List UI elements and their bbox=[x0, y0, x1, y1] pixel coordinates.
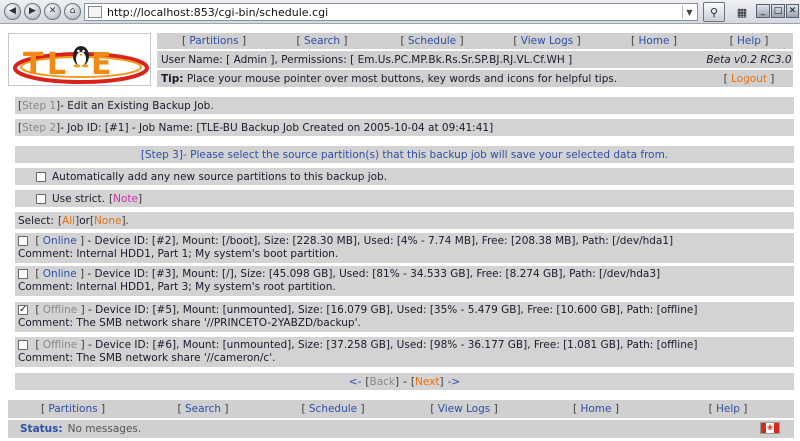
next-button[interactable]: Next bbox=[415, 376, 439, 388]
svg-text:L: L bbox=[47, 47, 66, 82]
partition-checkbox[interactable] bbox=[18, 236, 28, 246]
prev-arrow[interactable]: <- bbox=[349, 376, 362, 388]
home-icon[interactable]: ⌂ bbox=[64, 3, 81, 20]
url-bar[interactable]: http://localhost:853/cgi-bin/schedule.cg… bbox=[84, 3, 698, 21]
status-bar: Status: No messages. bbox=[8, 420, 794, 438]
partition-details: - Device ID: [#6], Mount: [unmounted], S… bbox=[84, 339, 698, 351]
step-1-text: - Edit an Existing Backup Job. bbox=[60, 99, 214, 112]
nav-search[interactable]: [ Search ] bbox=[271, 35, 373, 47]
partition-row: [ Offline ] - Device ID: [#5], Mount: [u… bbox=[15, 302, 794, 332]
auto-add-row: Automatically add any new source partiti… bbox=[15, 168, 794, 185]
status-text: No messages. bbox=[67, 423, 142, 435]
browser-toolbar: ◀ ▶ ✕ ⌂ http://localhost:853/cgi-bin/sch… bbox=[0, 0, 800, 24]
svg-text:T: T bbox=[23, 47, 44, 82]
strict-row: Use strict. [ Note ] bbox=[15, 190, 794, 207]
permissions-value: Em.Us.PC.MP.Bk.Rs.Sr.SP.BJ.RJ.VL.Cf.WH bbox=[357, 53, 565, 66]
status-label: Status: bbox=[20, 423, 63, 435]
stop-icon[interactable]: ✕ bbox=[44, 3, 61, 20]
partition-state[interactable]: Offline bbox=[43, 304, 77, 316]
minimize-icon[interactable]: _ bbox=[756, 4, 770, 18]
forward-icon[interactable]: ▶ bbox=[24, 3, 41, 20]
user-name-value: Admin bbox=[233, 53, 268, 66]
partition-details: - Device ID: [#3], Mount: [/], Size: [45… bbox=[84, 268, 661, 280]
logout-link[interactable]: [ Logout ] bbox=[705, 73, 793, 85]
nav-view-logs[interactable]: [ View Logs ] bbox=[491, 35, 603, 47]
partition-checkbox[interactable] bbox=[18, 303, 28, 316]
bottom-navigation: [ Partitions ] [ Search ] [ Schedule ] [… bbox=[8, 400, 794, 418]
step-2-link[interactable]: Step 2 bbox=[22, 122, 56, 134]
note-link[interactable]: Note bbox=[113, 193, 138, 205]
step-2-text: - Job ID: [#1] - Job Name: [TLE-BU Backu… bbox=[60, 121, 494, 134]
select-label: Select: bbox=[18, 214, 54, 227]
back-button[interactable]: Back bbox=[370, 376, 396, 388]
step-1-row: [ Step 1 ] - Edit an Existing Backup Job… bbox=[15, 97, 794, 114]
partition-comment: Comment: The SMB network share '//PRINCE… bbox=[18, 317, 361, 329]
footer-nav-schedule[interactable]: [ Schedule ] bbox=[268, 403, 398, 415]
nav-help[interactable]: [ Help ] bbox=[705, 35, 793, 47]
tip-text: Place your mouse pointer over most butto… bbox=[186, 72, 618, 85]
version-label: Beta v0.2 RC3.0 bbox=[706, 53, 792, 66]
partition-details: - Device ID: [#5], Mount: [unmounted], S… bbox=[84, 304, 698, 316]
tip-row: Tip: Place your mouse pointer over most … bbox=[157, 70, 793, 87]
canada-flag-icon[interactable]: ❀ bbox=[760, 422, 780, 434]
tip-label: Tip: bbox=[161, 72, 184, 85]
footer-nav-partitions[interactable]: [ Partitions ] bbox=[8, 403, 138, 415]
step-3-text: - Please select the source partition(s) … bbox=[182, 148, 669, 161]
back-icon[interactable]: ◀ bbox=[4, 3, 21, 20]
footer-nav-search[interactable]: [ Search ] bbox=[138, 403, 268, 415]
url-dropdown-icon[interactable]: ▼ bbox=[682, 5, 696, 19]
select-or-text: or bbox=[79, 214, 90, 227]
footer-nav-help[interactable]: [ Help ] bbox=[662, 403, 794, 415]
step-3-link[interactable]: Step 3 bbox=[145, 149, 179, 161]
tip: Tip: Place your mouse pointer over most … bbox=[157, 73, 705, 85]
strict-checkbox[interactable] bbox=[36, 193, 46, 204]
select-all-link[interactable]: All bbox=[62, 215, 75, 227]
partition-state[interactable]: Online bbox=[43, 268, 77, 280]
step-1-link[interactable]: Step 1 bbox=[22, 100, 56, 112]
nav-home[interactable]: [ Home ] bbox=[603, 35, 705, 47]
footer-nav-home[interactable]: [ Home ] bbox=[530, 403, 662, 415]
tle-logo: T L E bbox=[8, 33, 151, 86]
top-navigation: [ Partitions ] [ Search ] [ Schedule ] [… bbox=[157, 33, 793, 49]
nav-partitions[interactable]: [ Partitions ] bbox=[157, 35, 271, 47]
step-2-row: [ Step 2 ] - Job ID: [#1] - Job Name: [T… bbox=[15, 119, 794, 136]
search-icon[interactable]: ⚲ bbox=[703, 2, 725, 22]
url-text[interactable]: http://localhost:853/cgi-bin/schedule.cg… bbox=[107, 6, 328, 19]
strict-label: Use strict. bbox=[52, 192, 106, 205]
partition-state[interactable]: Offline bbox=[43, 339, 77, 351]
partition-comment: Comment: Internal HDD1, Part 3; My syste… bbox=[18, 281, 336, 293]
partition-checkbox[interactable] bbox=[18, 269, 28, 279]
user-info: User Name: [ Admin ], Permissions: [ Em.… bbox=[161, 53, 573, 66]
step-3-row: [ Step 3 ] - Please select the source pa… bbox=[15, 146, 794, 163]
footer-nav-view-logs[interactable]: [ View Logs ] bbox=[398, 403, 530, 415]
pager: <- [ Back ] - [ Next ] -> bbox=[15, 373, 794, 390]
user-info-row: User Name: [ Admin ], Permissions: [ Em.… bbox=[157, 51, 793, 68]
page-icon bbox=[88, 6, 102, 18]
select-row: Select: [ All ] or [ None ]. bbox=[15, 212, 794, 229]
partition-row: [ Online ] - Device ID: [#3], Mount: [/]… bbox=[15, 266, 794, 296]
partition-comment: Comment: The SMB network share '//camero… bbox=[18, 352, 276, 364]
partition-details: - Device ID: [#2], Mount: [/boot], Size:… bbox=[84, 235, 674, 247]
partition-comment: Comment: Internal HDD1, Part 1; My syste… bbox=[18, 248, 339, 260]
partition-checkbox[interactable] bbox=[18, 340, 28, 350]
partition-state[interactable]: Online bbox=[43, 235, 77, 247]
tle-logo-graphic: T L E bbox=[13, 46, 149, 84]
user-name-label: User Name: bbox=[161, 53, 223, 66]
maximize-icon[interactable]: □ bbox=[771, 4, 785, 18]
close-icon[interactable]: ✕ bbox=[786, 4, 799, 18]
nav-schedule[interactable]: [ Schedule ] bbox=[373, 35, 491, 47]
auto-add-label: Automatically add any new source partiti… bbox=[52, 170, 388, 183]
next-arrow[interactable]: -> bbox=[448, 376, 461, 388]
penguin-icon bbox=[73, 46, 89, 68]
partition-row: [ Online ] - Device ID: [#2], Mount: [/b… bbox=[15, 233, 794, 263]
select-none-link[interactable]: None bbox=[94, 215, 121, 227]
svg-text:E: E bbox=[91, 47, 112, 82]
auto-add-checkbox[interactable] bbox=[36, 171, 46, 182]
permissions-label: , Permissions: bbox=[274, 53, 347, 66]
partition-row: [ Offline ] - Device ID: [#6], Mount: [u… bbox=[15, 337, 794, 367]
bookmark-icon[interactable]: ▦ bbox=[733, 2, 751, 22]
